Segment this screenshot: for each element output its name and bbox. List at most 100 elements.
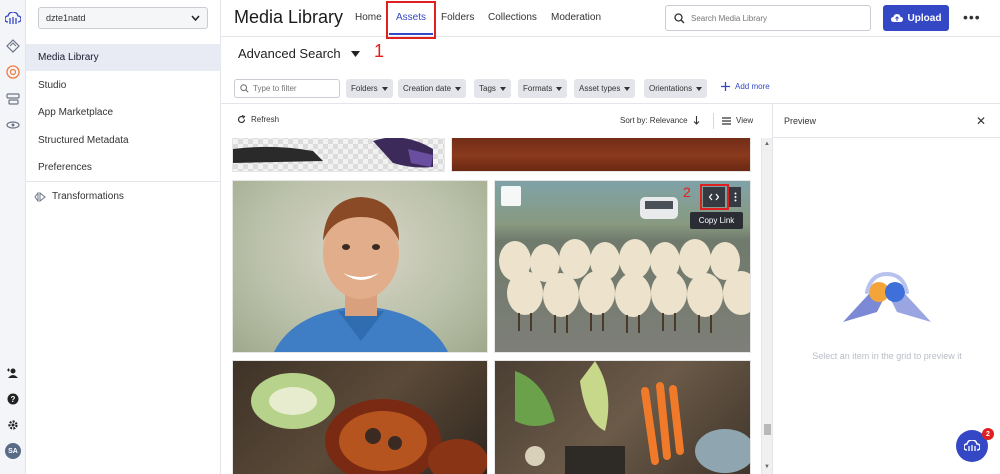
tab-folders[interactable]: Folders (441, 12, 474, 23)
filter-chip-tags[interactable]: Tags (474, 79, 511, 98)
preview-panel: Preview ✕ Select an item in the grid to … (772, 104, 1000, 474)
view-button[interactable]: View (722, 116, 753, 125)
diamond-icon[interactable] (5, 38, 21, 54)
upload-cloud-icon (890, 13, 903, 22)
nav-divider (26, 181, 221, 182)
filter-chip-orientations[interactable]: Orientations (644, 79, 708, 98)
add-more-label: Add more (735, 82, 770, 91)
asset-tile-food-bowl[interactable] (232, 360, 488, 474)
filter-chip-formats[interactable]: Formats (518, 79, 568, 98)
notification-badge: 2 (982, 428, 994, 440)
sidebar-item-label: App Marketplace (38, 107, 114, 118)
list-view-icon (722, 116, 731, 125)
add-more-filters-button[interactable]: Add more (721, 82, 770, 91)
kebab-icon (734, 192, 736, 202)
cloudinary-logo-icon[interactable] (5, 10, 21, 26)
vegetables-image (515, 361, 750, 474)
asset-tile-red-rock[interactable] (451, 138, 751, 172)
sidebar-item-label: Preferences (38, 162, 92, 173)
chip-label: Formats (523, 84, 553, 93)
integrations-icon[interactable] (5, 117, 21, 133)
sidebar-item-app-marketplace[interactable]: App Marketplace (26, 99, 221, 126)
annotation-box-assets (386, 1, 436, 39)
preview-title: Preview (784, 116, 817, 126)
layers-icon[interactable] (5, 91, 21, 107)
page-title: Media Library (234, 7, 344, 27)
advanced-search-label: Advanced Search (238, 46, 341, 61)
asset-tile-vegetables[interactable] (494, 360, 751, 474)
chat-cloud-icon (964, 440, 980, 451)
tab-collections[interactable]: Collections (488, 12, 537, 23)
sidebar-item-label: Structured Metadata (38, 135, 129, 146)
top-header: Media Library Home Assets Folders Collec… (221, 0, 1000, 37)
scroll-thumb[interactable] (764, 424, 771, 435)
add-user-icon[interactable] (5, 365, 21, 381)
caret-down-icon (556, 86, 563, 91)
side-nav: dzte1natd Media Library Studio App Marke… (26, 0, 221, 474)
asset-tile-shoe[interactable] (232, 138, 445, 172)
gear-icon[interactable] (5, 417, 21, 433)
upload-label: Upload (907, 12, 942, 24)
asset-tile-portrait[interactable] (232, 180, 488, 353)
grid-scrollbar[interactable]: ▲ ▼ (761, 138, 772, 474)
filter-chip-asset-types[interactable]: Asset types (574, 79, 636, 98)
chip-label: Tags (479, 84, 496, 93)
sidebar-item-structured-metadata[interactable]: Structured Metadata (26, 127, 221, 154)
caret-down-icon (624, 86, 631, 91)
transformations-icon (34, 191, 46, 202)
annotation-box-copy-link (700, 184, 729, 210)
sort-label: Sort by: Relevance (620, 116, 688, 125)
chip-label: Creation date (403, 84, 452, 93)
upload-button[interactable]: Upload (883, 5, 949, 31)
more-options-button[interactable]: ••• (963, 9, 981, 25)
tab-home[interactable]: Home (355, 12, 382, 23)
chip-label: Asset types (579, 84, 621, 93)
search-box[interactable] (665, 5, 871, 31)
chip-label: Orientations (649, 84, 693, 93)
toolbar-separator (713, 113, 714, 129)
shoe-image (233, 138, 433, 168)
scroll-up-icon[interactable]: ▲ (764, 141, 770, 147)
help-icon[interactable]: ? (5, 391, 21, 407)
tile-more-button[interactable] (729, 187, 741, 207)
media-library-icon[interactable] (5, 64, 21, 80)
filter-input[interactable] (253, 84, 333, 93)
refresh-button[interactable]: Refresh (237, 115, 279, 124)
sidebar-item-label: Studio (38, 80, 67, 91)
portrait-image (274, 197, 448, 352)
annotation-step-2: 2 (683, 184, 691, 200)
select-checkbox[interactable] (501, 186, 521, 206)
sidebar-item-media-library[interactable]: Media Library (26, 44, 221, 71)
tab-moderation[interactable]: Moderation (551, 12, 601, 23)
sidebar-item-label: Transformations (52, 191, 124, 202)
caret-down-icon (350, 50, 360, 57)
cloud-selector[interactable]: dzte1natd (38, 7, 208, 29)
cloud-selector-value: dzte1natd (46, 13, 86, 23)
advanced-search-toggle[interactable]: Advanced Search (238, 46, 360, 61)
caret-down-icon (499, 86, 506, 91)
sidebar-item-studio[interactable]: Studio (26, 72, 221, 99)
avatar[interactable]: SA (5, 443, 21, 459)
preview-divider (773, 137, 1000, 138)
scroll-down-icon[interactable]: ▼ (764, 464, 770, 470)
caret-down-icon (381, 86, 388, 91)
arrow-down-icon (693, 116, 699, 125)
refresh-icon (237, 115, 246, 124)
sidebar-item-label: Media Library (38, 52, 99, 63)
annotation-step-1: 1 (374, 41, 385, 61)
filter-chip-creation-date[interactable]: Creation date (398, 79, 467, 98)
filter-chip-folders[interactable]: Folders (346, 79, 393, 98)
sidebar-item-transformations[interactable]: Transformations (26, 183, 221, 210)
close-icon[interactable]: ✕ (976, 114, 986, 128)
search-input[interactable] (691, 13, 861, 23)
plus-icon (721, 82, 730, 91)
sidebar-item-preferences[interactable]: Preferences (26, 154, 221, 181)
caret-down-icon (455, 86, 462, 91)
sort-by-dropdown[interactable]: Sort by: Relevance (620, 116, 700, 125)
copy-link-tooltip: Copy Link (690, 212, 743, 229)
media-library-app: ? SA dzte1natd Media Library Studio App … (0, 0, 1000, 474)
view-label: View (736, 116, 754, 125)
svg-text:?: ? (11, 395, 16, 404)
chip-label: Folders (351, 84, 378, 93)
filter-box[interactable] (234, 79, 340, 98)
